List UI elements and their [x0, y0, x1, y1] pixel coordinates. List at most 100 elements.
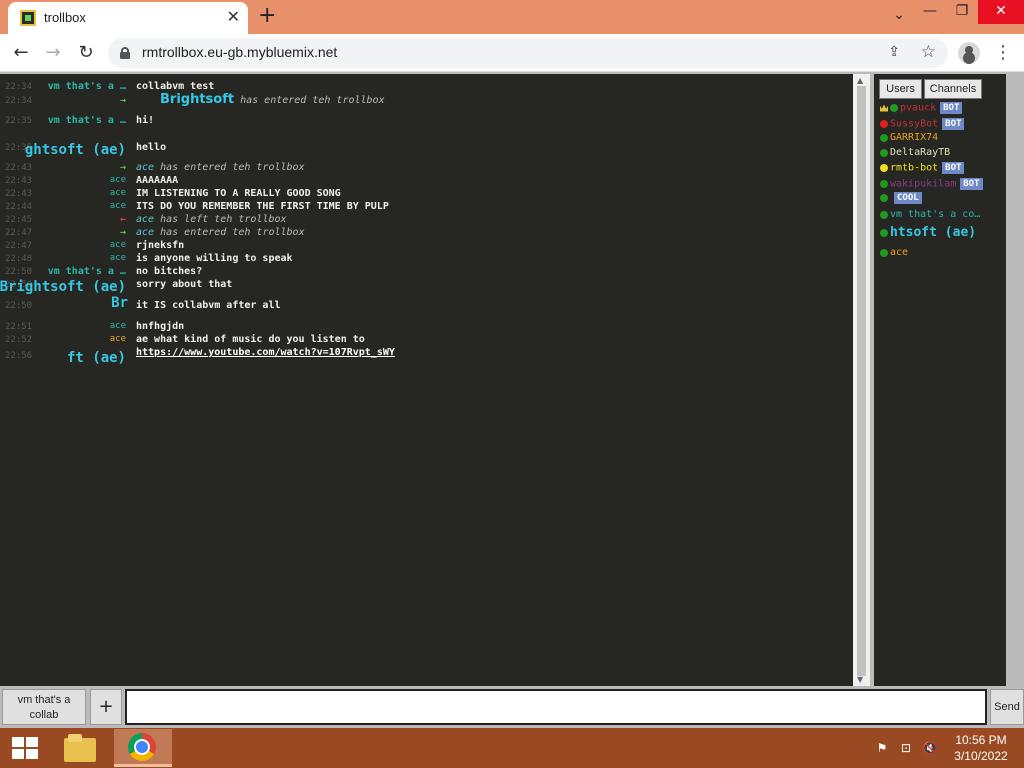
message-nick[interactable]: ace	[110, 334, 126, 344]
message-nick[interactable]: ace	[110, 253, 126, 263]
message-input[interactable]	[125, 689, 987, 725]
message-nick[interactable]: ace	[110, 201, 126, 211]
chat-message: 22:34 vm that's a … collabvm test	[0, 80, 853, 94]
add-channel-button[interactable]: +	[90, 689, 122, 725]
message-time: 22:34	[5, 96, 33, 106]
system-user-name[interactable]: ace	[136, 227, 154, 238]
message-nick[interactable]: ace	[110, 175, 126, 185]
message-time: 22:47	[5, 228, 33, 238]
user-name[interactable]: pvauck	[900, 103, 936, 114]
bookmark-star-icon[interactable]: ☆	[921, 42, 936, 62]
message-time: 22:43	[5, 176, 33, 186]
tab-search-chevron-icon[interactable]: ⌄	[884, 4, 914, 28]
user-list-item[interactable]: COOL	[880, 192, 922, 206]
kebab-menu-icon[interactable]: ⋮	[994, 42, 1012, 64]
windows-start-icon[interactable]	[12, 737, 38, 759]
message-text: ITS DO YOU REMEMBER THE FIRST TIME BY PU…	[136, 201, 389, 212]
status-dot-icon	[880, 164, 888, 172]
new-tab-button[interactable]: +	[258, 4, 276, 28]
message-text: IM LISTENING TO A REALLY GOOD SONG	[136, 188, 341, 199]
user-name[interactable]: vm that's a co…	[890, 209, 980, 220]
message-nick[interactable]: →	[120, 162, 126, 173]
file-explorer-icon[interactable]	[64, 734, 96, 762]
minimize-button[interactable]: —	[915, 0, 945, 24]
message-text: it IS collabvm after all	[136, 300, 281, 311]
message-nick[interactable]: ft (ae)	[67, 350, 126, 366]
message-nick[interactable]: →	[120, 95, 126, 106]
user-name[interactable]: DeltaRayTB	[890, 147, 950, 158]
message-nick[interactable]: vm that's a …	[48, 266, 126, 277]
user-name[interactable]: htsoft (ae)	[890, 225, 976, 240]
message-text: ace has entered teh trollbox	[136, 162, 305, 173]
message-time: 22:56	[5, 351, 33, 361]
message-nick[interactable]: →	[120, 227, 126, 238]
chat-scrollbar[interactable]: ▲ ▼	[853, 74, 870, 686]
chrome-taskbar-button[interactable]	[114, 729, 172, 767]
user-list-item[interactable]: DeltaRayTB	[880, 147, 950, 161]
user-name[interactable]: ace	[890, 247, 908, 258]
send-button[interactable]: Send	[990, 689, 1024, 725]
close-window-button[interactable]: ✕	[978, 0, 1024, 24]
page-scrollbar[interactable]	[1006, 74, 1024, 686]
message-nick[interactable]: Brightsoft (ae)	[0, 279, 126, 295]
user-name[interactable]: wakipukilam	[890, 179, 956, 190]
chat-message: 22:47 → ace has entered teh trollbox	[0, 226, 853, 240]
message-nick[interactable]: vm that's a …	[48, 81, 126, 92]
user-list-item[interactable]: vm that's a co…	[880, 209, 980, 223]
message-link[interactable]: https://www.youtube.com/watch?v=107Rvpt_…	[136, 347, 395, 358]
user-list-item[interactable]: wakipukilam BOT	[880, 178, 983, 192]
flag-tray-icon[interactable]: ⚑	[874, 740, 890, 756]
network-tray-icon[interactable]: ⊡	[898, 740, 914, 756]
message-nick[interactable]: vm that's a …	[48, 115, 126, 126]
message-nick[interactable]: ace	[110, 188, 126, 198]
message-text: is anyone willing to speak	[136, 253, 293, 264]
scroll-down-arrow-icon[interactable]: ▼	[857, 675, 863, 684]
user-list-item[interactable]: htsoft (ae)	[880, 225, 976, 240]
user-list-item[interactable]: rmtb-bot BOT	[880, 162, 965, 176]
message-nick[interactable]: ←	[120, 214, 126, 225]
system-user-name[interactable]: ace	[136, 214, 154, 225]
message-time: 22:45	[5, 215, 33, 225]
lock-icon[interactable]	[120, 47, 130, 59]
status-dot-icon	[880, 228, 888, 237]
message-time: 22:50	[5, 267, 33, 277]
volume-muted-icon[interactable]: 🔇	[922, 740, 938, 756]
scroll-up-arrow-icon[interactable]: ▲	[857, 76, 863, 85]
maximize-button[interactable]: ❐	[947, 0, 977, 24]
share-icon[interactable]: ⇪	[888, 44, 900, 60]
address-bar[interactable]: rmtrollbox.eu-gb.mybluemix.net ⇪ ☆	[108, 38, 948, 68]
tab-close-icon[interactable]: ✕	[227, 8, 240, 26]
message-nick[interactable]: ghtsoft (ae)	[25, 142, 126, 158]
message-text: Brightsoft has entered teh trollbox	[160, 92, 385, 107]
user-list-item[interactable]: pvauck BOT	[880, 102, 963, 116]
taskbar-clock[interactable]: 10:56 PM 3/10/2022	[946, 732, 1016, 764]
tab-users[interactable]: Users	[879, 79, 922, 99]
profile-avatar-icon[interactable]	[958, 42, 980, 64]
user-name[interactable]: SussyBot	[890, 119, 938, 130]
system-user-name[interactable]: ace	[136, 162, 154, 173]
user-list-item[interactable]: ace	[880, 247, 908, 261]
tab-channels[interactable]: Channels	[924, 79, 982, 99]
status-dot-icon	[880, 180, 888, 188]
user-list-item[interactable]: GARRIX74	[880, 132, 938, 146]
joined-user-name[interactable]: Brightsoft	[160, 92, 234, 107]
chat-message: 22:44 ace ITS DO YOU REMEMBER THE FIRST TI…	[0, 200, 853, 214]
user-list-item[interactable]: SussyBot BOT	[880, 118, 965, 132]
chat-message: 22:52 ace ae what kind of music do you lis…	[0, 333, 853, 347]
message-text: rjneksfn	[136, 240, 185, 251]
channel-button[interactable]: vm that's a collab	[2, 689, 86, 725]
url-text[interactable]: rmtrollbox.eu-gb.mybluemix.net	[142, 44, 337, 60]
reload-icon[interactable]: ↻	[75, 42, 97, 64]
back-arrow-icon[interactable]: ←	[10, 42, 32, 64]
user-name[interactable]: rmtb-bot	[890, 163, 938, 174]
chat-scrollbar-thumb[interactable]	[857, 86, 866, 676]
input-bar: vm that's a collab + Send	[0, 686, 1024, 728]
browser-tab[interactable]: trollbox ✕	[8, 2, 248, 34]
message-nick[interactable]: Br	[111, 295, 128, 311]
user-name[interactable]: GARRIX74	[890, 132, 938, 143]
message-nick[interactable]: ace	[110, 240, 126, 250]
message-nick[interactable]: ace	[110, 321, 126, 331]
message-text: ae what kind of music do you listen to	[136, 334, 365, 345]
status-dot-icon	[880, 120, 888, 128]
forward-arrow-icon[interactable]: →	[42, 42, 64, 64]
